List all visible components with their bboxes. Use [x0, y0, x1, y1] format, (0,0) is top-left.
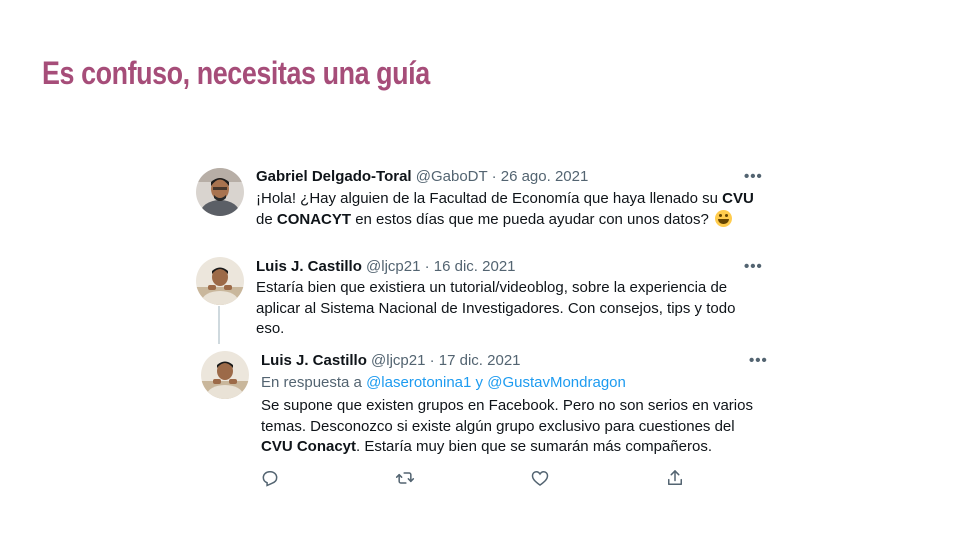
tweet-header: Luis J. Castillo @ljcp21 · 17 dic. 2021 [261, 351, 521, 371]
avatar-photo-gabriel [196, 168, 244, 216]
more-options-icon[interactable]: ••• [744, 167, 763, 187]
avatar-luis[interactable] [196, 257, 244, 305]
tweet-text: Estaría bien que existiera un tutorial/v… [256, 278, 735, 340]
tweet-text-line: aplicar al Sistema Nacional de Investiga… [256, 299, 736, 317]
mention-link[interactable]: @laserotonina1 [366, 374, 471, 391]
mention-link[interactable]: @GustavMondragon [487, 374, 626, 391]
tweet-text-line: Estaría bien que existiera un tutorial/v… [256, 279, 728, 296]
like-icon[interactable] [530, 468, 550, 488]
share-icon[interactable] [665, 468, 685, 488]
author-name[interactable]: Gabriel Delgado-Toral [256, 168, 412, 185]
tweet-header: Gabriel Delgado-Toral @GaboDT · 26 ago. … [256, 167, 588, 187]
tweet-header: Luis J. Castillo @ljcp21 · 16 dic. 2021 [256, 257, 516, 277]
avatar-luis[interactable] [201, 351, 249, 399]
grinning-face-emoji-icon [714, 209, 732, 227]
tweet-text-line: temas. Desconozco si existe algún grupo … [261, 417, 735, 435]
tweet-text: ¡Hola! ¿Hay alguien de la Facultad de Ec… [256, 189, 754, 230]
tweet-text-line: ¡Hola! ¿Hay alguien de la Facultad de Ec… [256, 190, 754, 207]
avatar-photo-luis [201, 351, 249, 399]
tweet-text-line: de CONACYT en estos días que me pueda ay… [256, 209, 754, 231]
author-name[interactable]: Luis J. Castillo [256, 258, 362, 275]
more-options-icon[interactable]: ••• [744, 257, 763, 277]
author-handle-date[interactable]: @ljcp21 · 16 dic. 2021 [366, 258, 515, 275]
author-handle-date[interactable]: @GaboDT · 26 ago. 2021 [416, 168, 589, 185]
thread-connector-line [218, 306, 220, 344]
reply-context: En respuesta a @laserotonina1 y @GustavM… [261, 374, 626, 391]
tweet-text-line: CVU Conacyt. Estaría muy bien que se sum… [261, 438, 713, 455]
tweet-text: Se supone que existen grupos en Facebook… [261, 396, 753, 458]
slide-title: Es confuso, necesitas una guía [42, 55, 430, 91]
author-name[interactable]: Luis J. Castillo [261, 352, 367, 369]
retweet-icon[interactable] [395, 468, 415, 488]
avatar-gabriel[interactable] [196, 168, 244, 216]
author-handle-date[interactable]: @ljcp21 · 17 dic. 2021 [371, 352, 520, 369]
avatar-photo-luis [196, 257, 244, 305]
tweet-text-line: eso. [256, 320, 285, 337]
reply-icon[interactable] [260, 468, 280, 488]
tweet-text-line: Se supone que existen grupos en Facebook… [261, 397, 753, 414]
more-options-icon[interactable]: ••• [749, 351, 768, 371]
